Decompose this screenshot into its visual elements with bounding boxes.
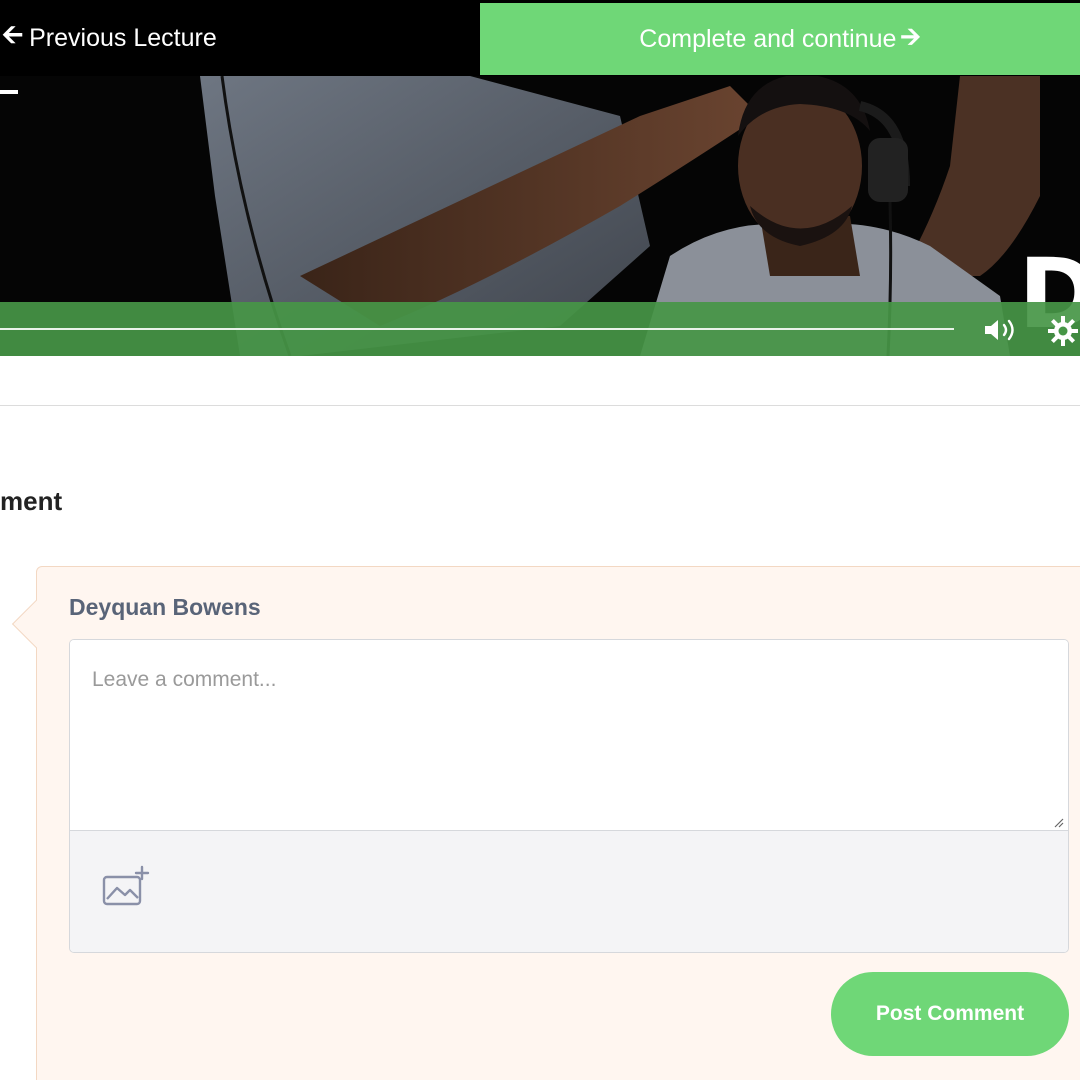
arrow-left-icon: 🡨 [2,19,24,49]
comments-section-title: ment [0,486,63,516]
video-progress-bar[interactable] [0,328,954,330]
video-overlay-dash [0,90,18,94]
comment-attachment-bar [70,831,1068,952]
post-comment-button[interactable]: Post Comment [831,972,1069,1056]
image-add-icon[interactable] [102,865,150,907]
arrow-right-icon: 🡪 [900,22,921,51]
resize-handle-icon[interactable] [1052,816,1064,828]
comment-editor [69,639,1069,953]
complete-and-continue-button[interactable]: Complete and continue 🡪 [480,3,1080,75]
volume-icon[interactable] [982,316,1020,344]
video-controls [0,302,1080,356]
comment-input[interactable] [70,640,1068,831]
previous-lecture-button[interactable]: 🡨 Previous Lecture [0,0,480,76]
complete-and-continue-label: Complete and continue [639,24,897,53]
content-divider [0,405,1080,406]
comment-author-name: Deyquan Bowens [69,594,261,620]
previous-lecture-label: Previous Lecture [29,23,217,52]
gear-icon[interactable] [1046,314,1080,348]
lecture-nav-bar: 🡨 Previous Lecture Complete and continue… [0,0,1080,76]
